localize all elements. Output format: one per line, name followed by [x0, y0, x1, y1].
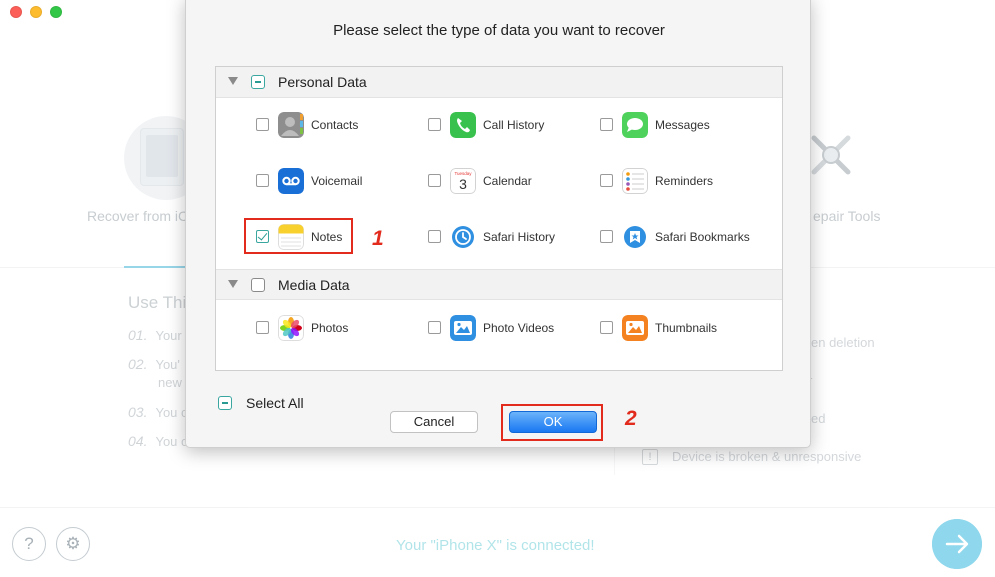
step-item: 04. You c — [128, 433, 188, 449]
step-text-continued: new — [158, 375, 182, 390]
thumbnails-icon — [622, 315, 648, 341]
item-checkbox[interactable] — [256, 118, 269, 131]
step-number: 04. — [128, 433, 148, 449]
item-checkbox[interactable] — [256, 321, 269, 334]
step-text: Your — [155, 328, 182, 343]
media-data-checkbox[interactable] — [251, 278, 265, 292]
collapse-triangle-icon[interactable] — [228, 280, 238, 288]
item-label: Contacts — [311, 118, 359, 132]
step-text: You' — [155, 357, 180, 372]
phone-icon — [450, 112, 476, 138]
section-label: Personal Data — [278, 74, 367, 90]
step-number: 01. — [128, 327, 148, 343]
section-label: Media Data — [278, 277, 350, 293]
dialog-title: Please select the type of data you want … — [333, 22, 665, 39]
contacts-icon — [278, 112, 304, 138]
warning-icon: ! — [642, 449, 658, 465]
cancel-button[interactable]: Cancel — [390, 411, 478, 433]
footer-divider — [0, 507, 995, 508]
item-checkbox[interactable] — [428, 118, 441, 131]
personal-data-checkbox[interactable] — [251, 75, 265, 89]
messages-icon — [622, 112, 648, 138]
item-label: Calendar — [483, 174, 532, 188]
item-label: Reminders — [655, 174, 714, 188]
item-label: Photos — [311, 321, 349, 335]
next-arrow-icon[interactable] — [932, 519, 982, 569]
scenario-text: ed — [811, 411, 826, 426]
voicemail-icon — [278, 168, 304, 194]
step-text: You c — [155, 434, 188, 449]
step-number: 03. — [128, 404, 148, 420]
item-checkbox[interactable] — [428, 230, 441, 243]
annotation-highlight-ok — [501, 404, 603, 441]
collapse-triangle-icon[interactable] — [228, 77, 238, 85]
section-header-media-data[interactable]: Media Data — [216, 269, 782, 300]
item-checkbox[interactable] — [600, 118, 613, 131]
calendar-date-text: 3 — [459, 176, 467, 192]
help-icon[interactable]: ? — [12, 527, 46, 561]
item-checkbox[interactable] — [428, 174, 441, 187]
item-label: Photo Videos — [483, 321, 555, 335]
item-label: Safari Bookmarks — [655, 230, 750, 244]
scenario-text: en deletion — [811, 335, 875, 350]
item-checkbox[interactable] — [600, 174, 613, 187]
calendar-icon: Tuesday 3 — [450, 168, 476, 194]
step-text: You c — [155, 405, 188, 420]
reminders-icon — [622, 168, 648, 194]
select-all-label: Select All — [246, 395, 304, 411]
repair-tools-icon — [811, 135, 851, 175]
annotation-highlight-notes — [244, 218, 353, 254]
annotation-number-2: 2 — [625, 407, 637, 430]
item-checkbox[interactable] — [428, 321, 441, 334]
select-all-checkbox[interactable] — [218, 396, 232, 410]
connection-status: Your "iPhone X" is connected! — [396, 537, 595, 554]
item-label: Safari History — [483, 230, 556, 244]
item-label: Messages — [655, 118, 710, 132]
device-icon — [140, 128, 184, 186]
active-mode-indicator — [124, 266, 186, 268]
step-item: 02. You' — [128, 356, 180, 372]
item-checkbox[interactable] — [256, 174, 269, 187]
photos-icon — [278, 315, 304, 341]
item-label: Call History — [483, 118, 545, 132]
data-type-panel: Personal Data Contacts Call History Mess… — [215, 66, 783, 371]
item-label: Voicemail — [311, 174, 363, 188]
gear-icon[interactable]: ⚙ — [56, 527, 90, 561]
use-title: Use Thi — [128, 293, 187, 312]
item-label: Thumbnails — [655, 321, 718, 335]
mode-label-repair-tools: epair Tools — [813, 208, 881, 224]
step-number: 02. — [128, 356, 148, 372]
step-item: 01. Your — [128, 327, 182, 343]
step-item: 03. You c — [128, 404, 188, 420]
item-checkbox[interactable] — [600, 321, 613, 334]
photo-videos-icon — [450, 315, 476, 341]
item-checkbox[interactable] — [600, 230, 613, 243]
mode-label-recover: Recover from iC — [87, 208, 189, 224]
safari-bookmarks-icon — [624, 226, 646, 248]
section-header-personal-data[interactable]: Personal Data — [216, 67, 782, 98]
recover-data-dialog: Please select the type of data you want … — [185, 0, 811, 448]
safari-history-icon — [452, 226, 474, 248]
annotation-number-1: 1 — [372, 227, 384, 250]
scenario-text: Device is broken & unresponsive — [672, 449, 862, 464]
